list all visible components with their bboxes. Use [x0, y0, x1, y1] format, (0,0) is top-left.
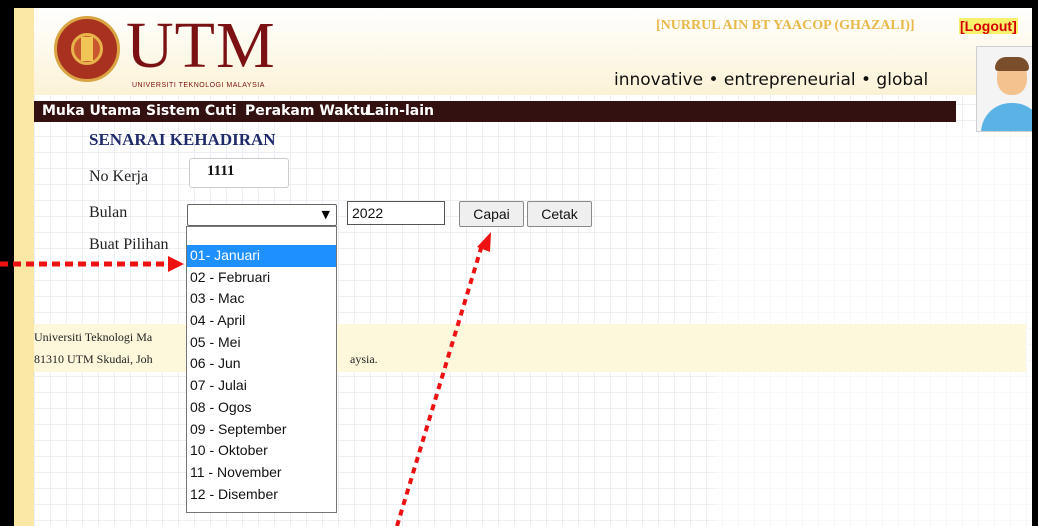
dropdown-option[interactable]: 08 - Ogos — [187, 397, 336, 419]
nav-item-sistem-cuti[interactable]: Sistem Cuti — [146, 101, 237, 122]
dropdown-option[interactable]: 12 - Disember — [187, 484, 336, 506]
nav-item-lain-lain[interactable]: Lain-lain — [366, 101, 434, 122]
utm-seal-icon — [54, 16, 120, 82]
logo-text: UTM — [126, 9, 276, 82]
dropdown-option[interactable]: 11 - November — [187, 462, 336, 484]
no-kerja-label: No Kerja — [89, 168, 149, 185]
nav-item-muka-utama[interactable]: Muka Utama — [42, 101, 141, 122]
buat-pilihan-label: Buat Pilihan — [89, 236, 169, 253]
no-kerja-field — [189, 158, 289, 188]
nav-bar: Muka Utama Sistem Cuti Perakam Waktu Lai… — [34, 101, 956, 122]
chevron-down-icon: ▼ — [321, 208, 330, 221]
capai-button[interactable]: Capai — [459, 201, 524, 227]
page-frame: UTM UNIVERSITI TEKNOLOGI MALAYSIA [NURRU… — [14, 8, 1032, 526]
cetak-button[interactable]: Cetak — [527, 201, 592, 227]
dropdown-option-blank[interactable] — [187, 227, 336, 245]
dropdown-option[interactable]: 06 - Jun — [187, 353, 336, 375]
month-select[interactable]: ▼ — [187, 204, 337, 226]
dropdown-option[interactable]: 10 - Oktober — [187, 440, 336, 462]
no-kerja-value: 1111 — [207, 163, 235, 179]
dropdown-option[interactable]: 02 - Februari — [187, 267, 336, 289]
user-name: [NURRUL AIN BT YAACOP (GHAZALI)] — [656, 18, 915, 33]
tagline: innovative • entrepreneurial • global — [614, 70, 929, 90]
page-title: SENARAI KEHADIRAN — [89, 130, 276, 149]
footer-address-line1: Universiti Teknologi Ma — [34, 330, 153, 344]
bulan-label: Bulan — [89, 204, 128, 221]
dropdown-option[interactable]: 03 - Mac — [187, 288, 336, 310]
logo-subtitle: UNIVERSITI TEKNOLOGI MALAYSIA — [132, 82, 265, 89]
year-input[interactable]: 2022 — [347, 201, 445, 225]
dropdown-option[interactable]: 05 - Mei — [187, 332, 336, 354]
footer: Universiti Teknologi Ma 81310 UTM Skudai… — [34, 324, 1026, 372]
nav-item-perakam-waktu[interactable]: Perakam Waktu — [245, 101, 370, 122]
avatar — [976, 46, 1032, 132]
dropdown-option[interactable]: 04 - April — [187, 310, 336, 332]
logout-link[interactable]: [Logout] — [959, 18, 1018, 34]
footer-address-line2-end: aysia. — [350, 352, 378, 366]
left-strip — [14, 8, 34, 526]
footer-address-line2: 81310 UTM Skudai, Joh — [34, 352, 153, 366]
dropdown-option[interactable]: 09 - September — [187, 419, 336, 441]
dropdown-option[interactable]: 01- Januari — [187, 245, 336, 267]
month-dropdown-list: 01- Januari 02 - Februari 03 - Mac 04 - Apr… — [186, 226, 337, 513]
dropdown-option[interactable]: 07 - Julai — [187, 375, 336, 397]
header: UTM UNIVERSITI TEKNOLOGI MALAYSIA [NURRU… — [34, 8, 1032, 132]
